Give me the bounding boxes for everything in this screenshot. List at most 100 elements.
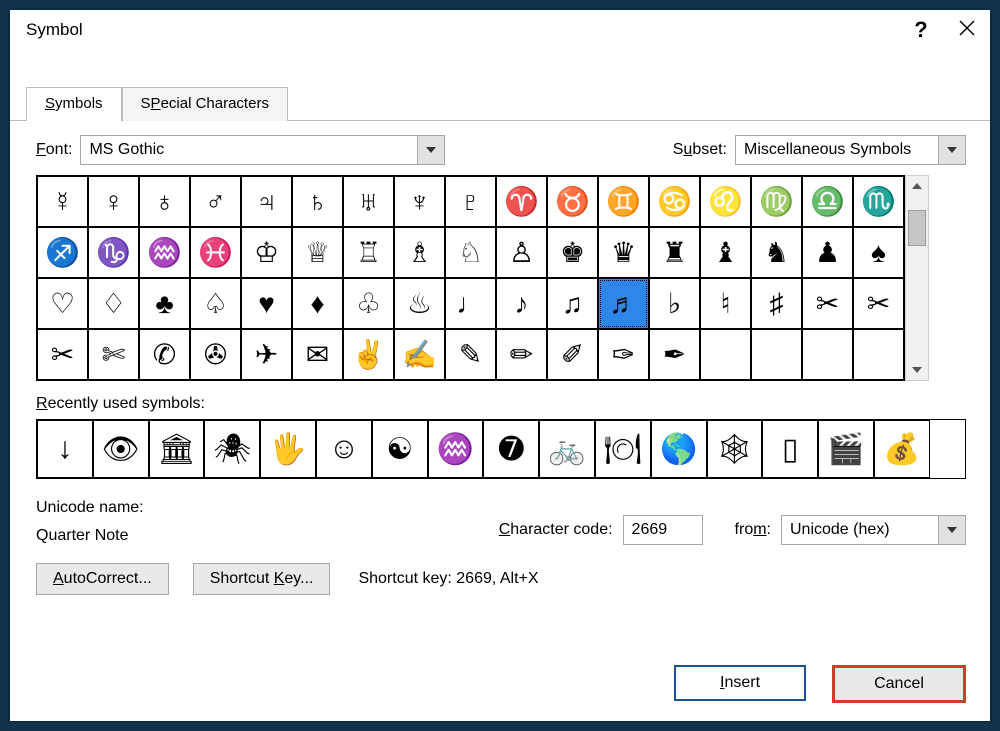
symbol-cell[interactable]: ♌: [700, 176, 751, 227]
symbol-cell[interactable]: ♆: [394, 176, 445, 227]
close-button[interactable]: [944, 20, 990, 41]
recent-cell[interactable]: 🚲: [539, 420, 595, 478]
symbol-cell[interactable]: ✎: [445, 329, 496, 380]
symbol-cell[interactable]: ♥: [241, 278, 292, 329]
recent-cell[interactable]: ↓: [37, 420, 93, 478]
scroll-track[interactable]: [906, 196, 928, 360]
symbol-cell[interactable]: ♠: [853, 227, 904, 278]
symbol-cell[interactable]: ♢: [88, 278, 139, 329]
symbol-cell[interactable]: ♇: [445, 176, 496, 227]
symbol-cell[interactable]: [802, 329, 853, 380]
symbol-cell[interactable]: ✒: [649, 329, 700, 380]
symbol-cell[interactable]: ✇: [190, 329, 241, 380]
symbol-cell[interactable]: ♁: [139, 176, 190, 227]
symbol-cell[interactable]: ♪: [496, 278, 547, 329]
from-input[interactable]: [782, 516, 938, 544]
from-chevron-icon[interactable]: [938, 516, 965, 544]
scroll-down-icon[interactable]: [906, 360, 928, 380]
recent-cell[interactable]: ☺: [316, 420, 372, 478]
symbol-cell[interactable]: ✉: [292, 329, 343, 380]
shortcut-key-button[interactable]: Shortcut Key...: [193, 563, 331, 595]
symbol-cell[interactable]: ♏: [853, 176, 904, 227]
recent-cell[interactable]: 💰: [874, 420, 930, 478]
symbol-cell[interactable]: ♐: [37, 227, 88, 278]
symbol-cell[interactable]: ✑: [598, 329, 649, 380]
symbol-cell[interactable]: ✍: [394, 329, 445, 380]
recent-cell[interactable]: 👁: [93, 420, 149, 478]
symbol-cell[interactable]: ♒: [139, 227, 190, 278]
symbol-cell[interactable]: ♃: [241, 176, 292, 227]
tab-special-characters[interactable]: SPecial Characters: [122, 87, 288, 121]
symbol-cell[interactable]: [700, 329, 751, 380]
symbol-cell[interactable]: ♡: [37, 278, 88, 329]
font-input[interactable]: [81, 136, 417, 164]
autocorrect-button[interactable]: AutoCorrect...: [36, 563, 169, 595]
scroll-thumb[interactable]: [908, 210, 926, 246]
symbol-cell[interactable]: ♝: [700, 227, 751, 278]
char-code-input[interactable]: [623, 515, 703, 545]
recent-cell[interactable]: ♒: [428, 420, 484, 478]
subset-chevron-icon[interactable]: [938, 136, 965, 164]
insert-button[interactable]: Insert: [674, 665, 806, 701]
recent-cell[interactable]: 🕷: [204, 420, 260, 478]
symbol-cell[interactable]: ♗: [394, 227, 445, 278]
recent-cell[interactable]: 🖐: [260, 420, 316, 478]
symbol-cell[interactable]: ♅: [343, 176, 394, 227]
symbol-cell[interactable]: ♘: [445, 227, 496, 278]
symbol-cell[interactable]: [853, 329, 904, 380]
symbol-cell[interactable]: ♈: [496, 176, 547, 227]
symbol-cell[interactable]: ♩: [445, 278, 496, 329]
from-combo[interactable]: [781, 515, 966, 545]
recent-cell[interactable]: 🕸: [707, 420, 763, 478]
symbol-cell[interactable]: ✌: [343, 329, 394, 380]
font-combo[interactable]: [80, 135, 445, 165]
symbol-cell[interactable]: ♓: [190, 227, 241, 278]
recent-cell[interactable]: ☯: [372, 420, 428, 478]
recent-cell[interactable]: 🏛: [149, 420, 205, 478]
symbol-cell[interactable]: ✈: [241, 329, 292, 380]
symbol-cell[interactable]: ♍: [751, 176, 802, 227]
symbol-cell[interactable]: ♖: [343, 227, 394, 278]
grid-scrollbar[interactable]: [905, 175, 929, 381]
symbol-cell[interactable]: ♮: [700, 278, 751, 329]
symbol-cell[interactable]: ♧: [343, 278, 394, 329]
symbol-cell[interactable]: ✏: [496, 329, 547, 380]
cancel-button[interactable]: Cancel: [832, 665, 966, 703]
symbol-cell[interactable]: ✐: [547, 329, 598, 380]
symbol-cell[interactable]: [751, 329, 802, 380]
symbol-cell[interactable]: ✂: [853, 278, 904, 329]
symbol-cell[interactable]: ✆: [139, 329, 190, 380]
symbol-cell[interactable]: ♋: [649, 176, 700, 227]
symbol-cell[interactable]: ♞: [751, 227, 802, 278]
symbol-cell[interactable]: ♂: [190, 176, 241, 227]
symbol-cell[interactable]: ♔: [241, 227, 292, 278]
symbol-cell[interactable]: ♬: [598, 278, 649, 329]
recent-cell[interactable]: ▯: [762, 420, 818, 478]
symbol-cell[interactable]: ♯: [751, 278, 802, 329]
subset-combo[interactable]: [735, 135, 966, 165]
symbol-cell[interactable]: ♛: [598, 227, 649, 278]
symbol-cell[interactable]: ♕: [292, 227, 343, 278]
font-chevron-icon[interactable]: [417, 136, 444, 164]
symbol-cell[interactable]: ♣: [139, 278, 190, 329]
symbol-cell[interactable]: ✂: [802, 278, 853, 329]
recent-cell[interactable]: 🎬: [818, 420, 874, 478]
symbol-cell[interactable]: ♫: [547, 278, 598, 329]
recent-cell[interactable]: 🌎: [651, 420, 707, 478]
symbol-cell[interactable]: ♜: [649, 227, 700, 278]
symbol-cell[interactable]: ♙: [496, 227, 547, 278]
scroll-up-icon[interactable]: [906, 176, 928, 196]
recent-cell[interactable]: ➐: [483, 420, 539, 478]
recent-cell[interactable]: 🍽: [595, 420, 651, 478]
symbol-cell[interactable]: ♑: [88, 227, 139, 278]
help-button[interactable]: ?: [898, 17, 944, 43]
symbol-cell[interactable]: ♟: [802, 227, 853, 278]
symbol-cell[interactable]: ♉: [547, 176, 598, 227]
symbol-cell[interactable]: ♚: [547, 227, 598, 278]
symbol-cell[interactable]: ♤: [190, 278, 241, 329]
symbol-cell[interactable]: ♀: [88, 176, 139, 227]
symbol-cell[interactable]: ♨: [394, 278, 445, 329]
symbol-cell[interactable]: ♦: [292, 278, 343, 329]
symbol-cell[interactable]: ♎: [802, 176, 853, 227]
symbol-cell[interactable]: ♭: [649, 278, 700, 329]
